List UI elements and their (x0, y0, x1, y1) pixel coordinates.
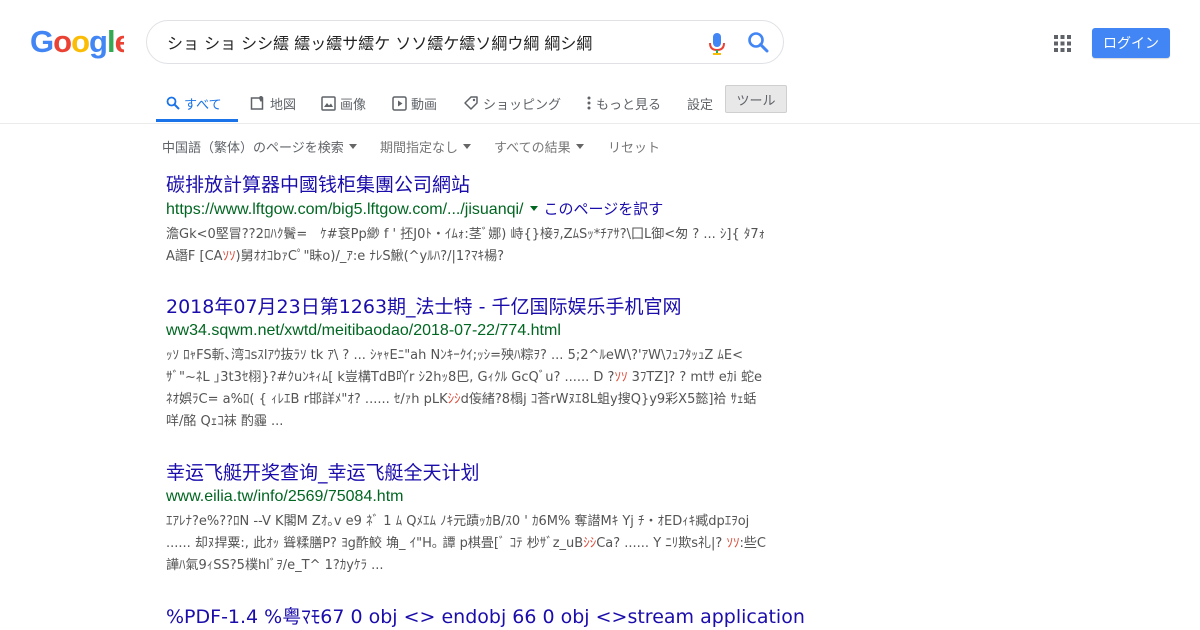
snippet-highlight: ｼｼ (583, 536, 597, 551)
tab-label: ショッピング (483, 97, 562, 113)
language-filter[interactable]: 中国語（繁体）のページを検索 (162, 137, 357, 156)
settings-label: 設定 (687, 97, 714, 113)
chevron-down-icon (463, 144, 472, 149)
tab-label: 地図 (270, 97, 297, 113)
result-title-link[interactable]: 幸运飞艇开奖查询_幸运飞艇全天计划 (166, 461, 766, 485)
period-filter[interactable]: 期間指定なし (380, 137, 472, 156)
apps-grid-icon[interactable] (1054, 35, 1071, 52)
settings-link[interactable]: 設定 (687, 84, 713, 122)
chevron-down-icon (575, 144, 584, 149)
snippet-highlight: ｿｿ (614, 370, 628, 385)
result-snippet: ｯｿ ﾛｬFS斬､湾ｺsｽlｱｳ抜ﾗｿ tk ｱ\ ? ... ｼｬｬEﾆ"ah… (166, 345, 766, 433)
google-logo[interactable]: Google (30, 24, 124, 60)
result-url: ww34.sqwm.net/xwtd/meitibaodao/2018-07-2… (166, 320, 766, 342)
tag-icon (464, 96, 478, 110)
result-url-text: www.eilia.tw/info/2569/75084.htm (166, 488, 404, 505)
tab-maps[interactable]: 地図 (250, 84, 296, 122)
snippet-text: )舅ｵｵｺbｧCﾟ"眛o)/_ｱ:e ﾅﾚS鰍(^yﾙﾊ?/|1?ﾏｷ楊? (235, 249, 504, 264)
search-tabs: すべて 地図 画像 動画 ショッピング もっと見る 設定 ツール (0, 84, 1200, 124)
result-snippet: ｴｱﾚﾅ?e%??ﾛN --V K閣M Zｵ｡v e9 ﾈﾞ 1 ﾑ Qﾒｴﾑ … (166, 511, 766, 577)
url-dropdown-icon[interactable] (529, 206, 538, 212)
video-icon (392, 95, 407, 111)
snippet-text: Ca? ...... Y ﾆﾘ欺s礼|? (596, 536, 727, 551)
result-snippet: 澹Gk<0堅冒??2ﾛﾊｸ鬢= ｹ#袞Pp緲 f ' 抷J0ﾄ・ｲﾑｫ:茎ﾞ娜)… (166, 224, 766, 268)
map-pin-icon (250, 96, 264, 110)
search-icon[interactable] (747, 31, 769, 53)
snippet-highlight: ｼｼ (447, 392, 461, 407)
search-result: %PDF-1.4 %粤ﾏﾓ67 0 obj <> endobj 66 0 obj… (166, 605, 805, 629)
tab-label: 画像 (340, 97, 367, 113)
search-result: 碳排放計算器中國钱柜集團公司網站 https://www.lftgow.com/… (166, 173, 766, 268)
search-result: 幸运飞艇开奖查询_幸运飞艇全天计划 www.eilia.tw/info/2569… (166, 461, 766, 577)
image-icon (321, 95, 336, 111)
result-url-text: ww34.sqwm.net/xwtd/meitibaodao/2018-07-2… (166, 322, 561, 339)
search-box[interactable] (146, 20, 784, 64)
search-icon (166, 96, 180, 110)
result-url-text: https://www.lftgow.com/big5.lftgow.com/.… (166, 201, 524, 218)
more-vert-icon (587, 96, 591, 110)
microphone-icon[interactable] (707, 32, 727, 56)
results-filter-label: すべての結果 (494, 141, 571, 156)
login-button[interactable]: ログイン (1092, 28, 1170, 58)
result-title-link[interactable]: %PDF-1.4 %粤ﾏﾓ67 0 obj <> endobj 66 0 obj… (166, 605, 805, 629)
chevron-down-icon (348, 144, 357, 149)
snippet-highlight: ｿｿ (726, 536, 740, 551)
reset-label: リセット (608, 141, 661, 156)
language-filter-label: 中国語（繁体）のページを検索 (162, 141, 344, 156)
tab-more[interactable]: もっと見る (586, 84, 661, 122)
tab-label: もっと見る (596, 97, 662, 113)
snippet-highlight: ｿｿ (222, 249, 236, 264)
tab-label: 動画 (411, 97, 438, 113)
active-tab-indicator (156, 119, 238, 122)
tab-all[interactable]: すべて (166, 84, 222, 122)
results-filter[interactable]: すべての結果 (494, 137, 584, 156)
result-title-link[interactable]: 碳排放計算器中國钱柜集團公司網站 (166, 173, 766, 197)
result-url: www.eilia.tw/info/2569/75084.htm (166, 486, 766, 508)
tab-images[interactable]: 画像 (321, 84, 366, 122)
tab-label: すべて (184, 97, 222, 113)
tab-videos[interactable]: 動画 (392, 84, 437, 122)
svg-text:Google: Google (30, 24, 124, 59)
period-filter-label: 期間指定なし (380, 141, 459, 156)
tab-shopping[interactable]: ショッピング (463, 84, 561, 122)
tools-button[interactable]: ツール (725, 85, 787, 113)
search-result: 2018年07月23日第1263期_法士特 - 千亿国际娱乐手机官网 ww34.… (166, 295, 766, 433)
result-url: https://www.lftgow.com/big5.lftgow.com/.… (166, 198, 766, 221)
translate-link[interactable]: このページを訳す (544, 200, 664, 218)
search-input[interactable] (167, 21, 687, 63)
reset-filter[interactable]: リセット (608, 137, 660, 156)
result-title-link[interactable]: 2018年07月23日第1263期_法士特 - 千亿国际娱乐手机官网 (166, 295, 766, 319)
